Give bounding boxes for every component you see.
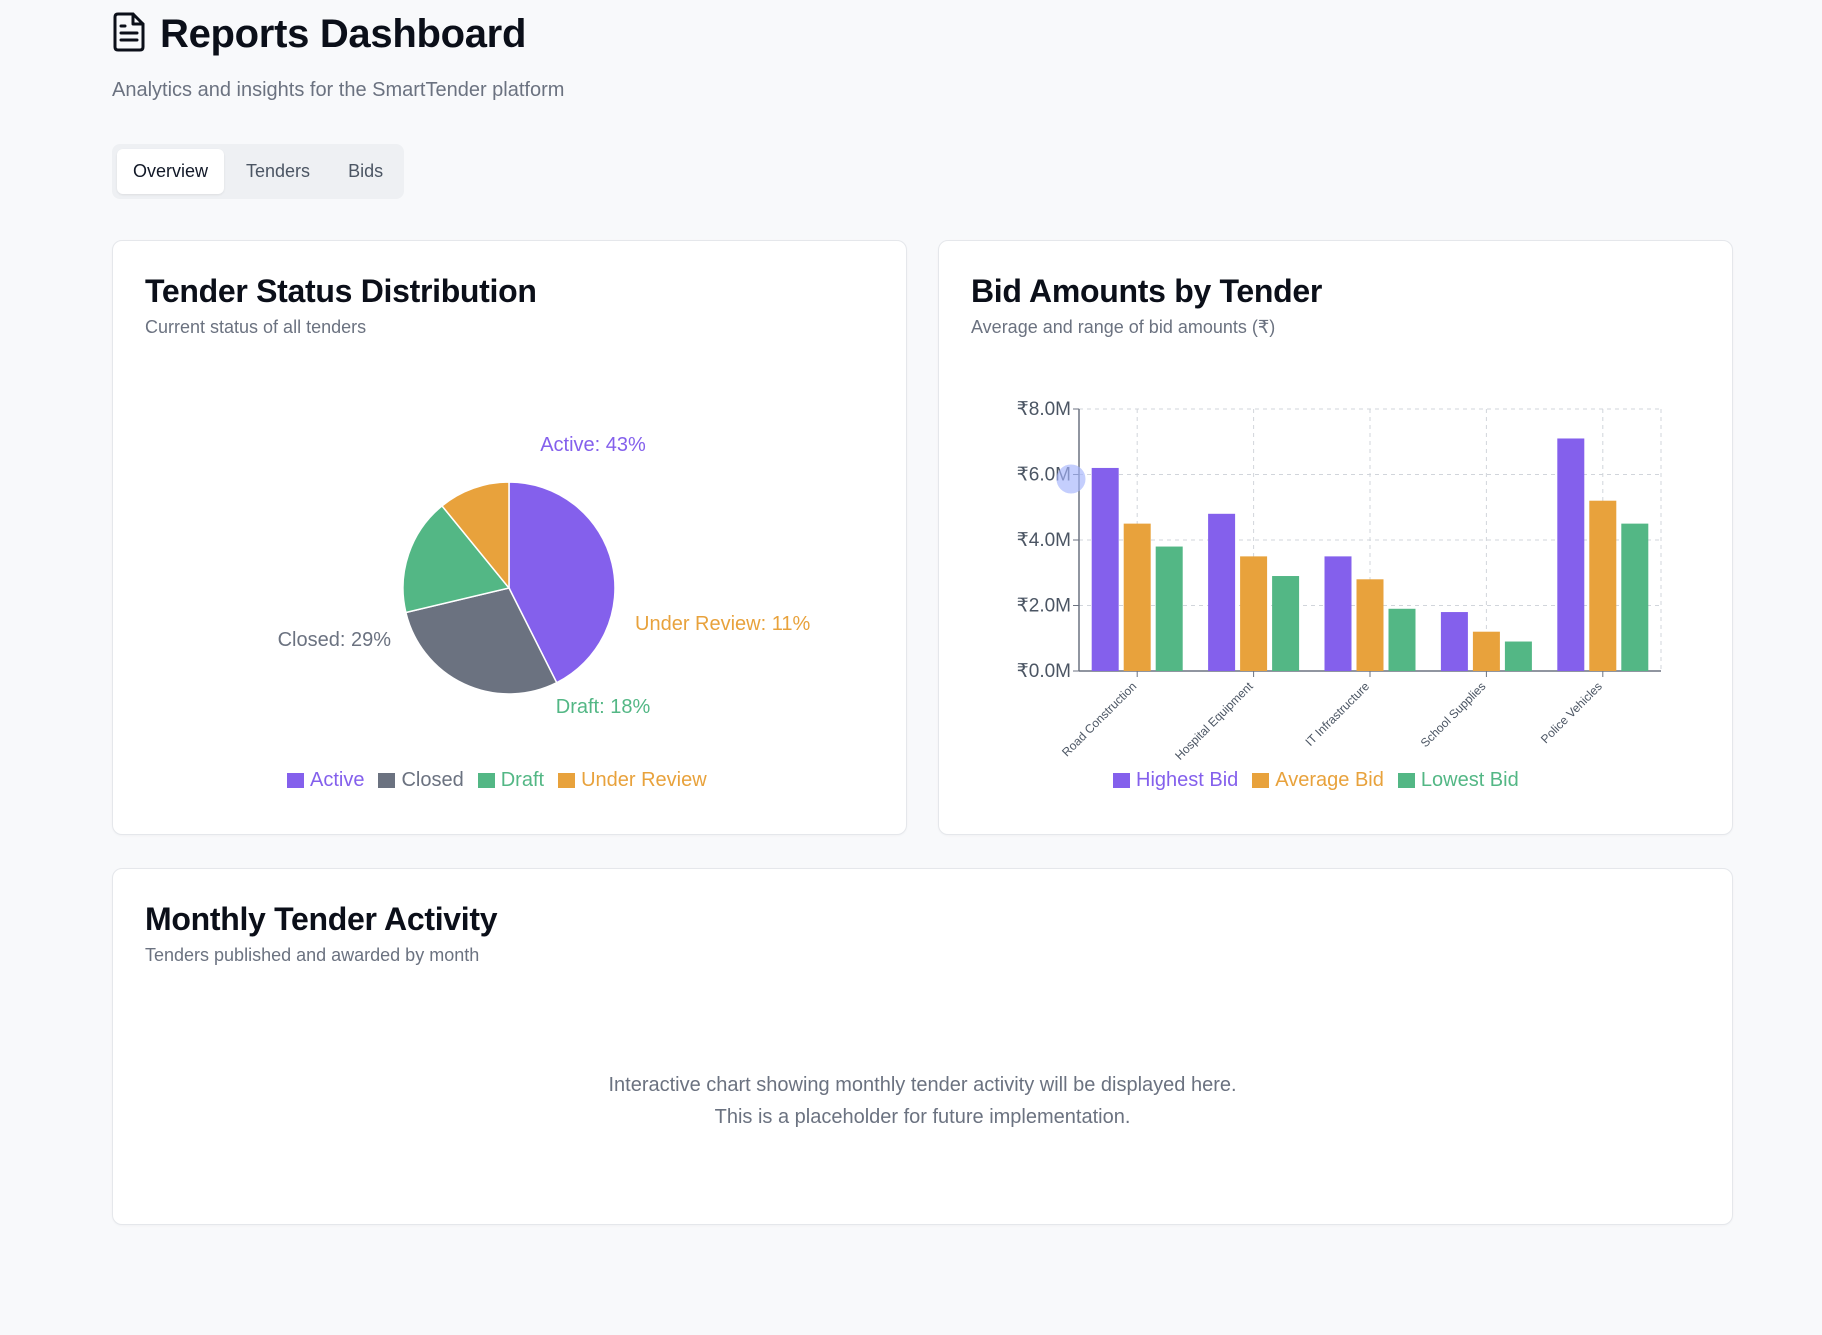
legend-label: Closed [401, 769, 464, 791]
chart-placeholder: Interactive chart showing monthly tender… [113, 1069, 1732, 1133]
monthly-activity-card: Monthly Tender Activity Tenders publishe… [112, 868, 1733, 1225]
legend-item-average-bid[interactable]: Average Bid [1252, 769, 1384, 792]
bar-average-bid[interactable] [1240, 556, 1268, 671]
y-tick-label: ₹8.0M [1017, 399, 1071, 420]
card-title: Monthly Tender Activity [145, 901, 498, 937]
bar-lowest-bid[interactable] [1504, 641, 1532, 671]
bar-highest-bid[interactable] [1557, 438, 1585, 671]
bar-highest-bid[interactable] [1324, 556, 1352, 671]
legend-item-draft[interactable]: Draft [477, 769, 545, 792]
page-header: Reports Dashboard Analytics and insights… [112, 12, 564, 102]
bar-average-bid[interactable] [1472, 631, 1500, 671]
legend-item-lowest-bid[interactable]: Lowest Bid [1397, 769, 1519, 792]
legend-label: Lowest Bid [1420, 769, 1519, 791]
page-title: Reports Dashboard [160, 12, 527, 56]
tab-bids[interactable]: Bids [332, 149, 399, 194]
x-tick-label: Police Vehicles [1538, 679, 1605, 746]
legend-item-closed[interactable]: Closed [378, 769, 464, 792]
y-tick-label: ₹0.0M [1017, 661, 1071, 682]
tab-tenders[interactable]: Tenders [230, 149, 326, 194]
bar-lowest-bid[interactable] [1155, 546, 1183, 671]
legend-swatch [477, 773, 495, 788]
bar-average-bid[interactable] [1123, 523, 1151, 671]
placeholder-text: This is a placeholder for future impleme… [714, 1106, 1131, 1128]
legend-item-highest-bid[interactable]: Highest Bid [1113, 769, 1238, 792]
pie-slice-label: Under Review: 11% [635, 613, 810, 635]
bar-highest-bid[interactable] [1440, 612, 1468, 671]
placeholder-text: Interactive chart showing monthly tender… [608, 1074, 1237, 1096]
bar-highest-bid[interactable] [1091, 467, 1119, 671]
pie-slice-label: Draft: 18% [556, 696, 651, 718]
document-icon [112, 12, 146, 57]
x-tick-label: School Supplies [1418, 679, 1489, 750]
status-pie-chart: Active: 43% Closed: 29% Draft: 18% Under Re… [278, 434, 811, 718]
legend-swatch [378, 773, 396, 788]
y-tick-label: ₹2.0M [1017, 596, 1071, 617]
x-tick-label: Hospital Equipment [1172, 679, 1256, 763]
tab-list: Overview Tenders Bids [112, 144, 405, 199]
bar-legend: Highest Bid Average Bid Lowest Bid [1113, 769, 1519, 792]
page-subtitle: Analytics and insights for the SmartTend… [112, 79, 565, 101]
legend-swatch [1397, 773, 1415, 788]
legend-label: Under Review [581, 769, 707, 791]
bar-lowest-bid[interactable] [1621, 523, 1649, 671]
pie-legend: Active Closed Draft Under Review [287, 769, 707, 792]
x-tick-label: IT Infrastructure [1302, 679, 1372, 749]
reports-page: Reports Dashboard Analytics and insights… [0, 0, 1822, 1335]
pie-slice-label: Closed: 29% [278, 629, 392, 651]
title-row: Reports Dashboard [112, 12, 564, 57]
legend-swatch [558, 773, 576, 788]
bid-bar-chart: ₹0.0M₹2.0M₹4.0M₹6.0M₹8.0MRoad Constructi… [1017, 399, 1662, 763]
legend-swatch [287, 773, 304, 788]
y-tick-label: ₹4.0M [1017, 530, 1071, 551]
legend-swatch [1113, 773, 1130, 788]
legend-label: Draft [500, 769, 545, 791]
legend-item-under-review[interactable]: Under Review [558, 769, 707, 792]
bar-average-bid[interactable] [1356, 579, 1384, 671]
bar-lowest-bid[interactable] [1388, 608, 1416, 671]
legend-label: Active [310, 769, 365, 791]
bid-amounts-card: Bid Amounts by Tender Average and range … [938, 240, 1733, 835]
x-tick-label: Road Construction [1059, 679, 1139, 759]
legend-swatch [1252, 773, 1270, 788]
legend-label: Average Bid [1275, 769, 1384, 791]
card-description: Tenders published and awarded by month [145, 945, 480, 965]
bar-lowest-bid[interactable] [1272, 576, 1300, 671]
legend-label: Highest Bid [1136, 769, 1239, 791]
bar-highest-bid[interactable] [1208, 513, 1236, 671]
tab-overview[interactable]: Overview [117, 149, 225, 194]
bar-average-bid[interactable] [1589, 500, 1617, 671]
hover-cursor [1056, 464, 1086, 494]
pie-slice-label: Active: 43% [540, 434, 646, 456]
tender-status-card: Tender Status Distribution Current statu… [112, 240, 907, 835]
legend-item-active[interactable]: Active [287, 769, 364, 792]
